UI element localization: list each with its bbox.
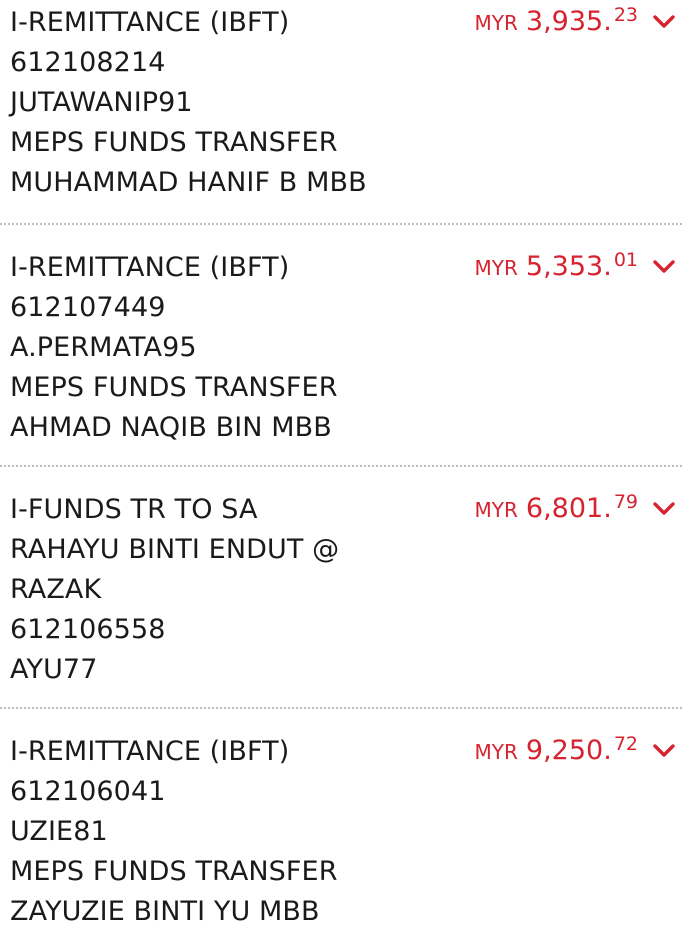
chevron-down-icon[interactable] — [652, 259, 676, 275]
transaction-amount: MYR 3,935. 23 — [474, 4, 676, 37]
chevron-down-icon[interactable] — [652, 743, 676, 759]
transaction-detail-line: MEPS FUNDS TRANSFER — [10, 372, 338, 403]
transaction-detail-line: UZIE81 — [10, 816, 108, 847]
transaction-detail-line: RAZAK — [10, 574, 102, 605]
transaction-item[interactable]: I-REMITTANCE (IBFT) 612107449 A.PERMATA9… — [0, 225, 682, 467]
transaction-detail-line: A.PERMATA95 — [10, 332, 197, 363]
transaction-detail-line: 612107449 — [10, 292, 166, 323]
currency-label: MYR — [474, 740, 518, 764]
transaction-item[interactable]: I-FUNDS TR TO SA RAHAYU BINTI ENDUT @ RA… — [0, 467, 682, 709]
amount-integer: 6,801. — [525, 493, 612, 524]
transaction-detail-line: 612106041 — [10, 776, 166, 807]
transaction-detail-line: AHMAD NAQIB BIN MBB — [10, 412, 332, 443]
amount-decimal: 72 — [613, 733, 638, 755]
amount-decimal: 01 — [613, 249, 638, 271]
amount-decimal: 79 — [613, 491, 638, 513]
currency-label: MYR — [474, 11, 518, 35]
amount-integer: 9,250. — [525, 735, 612, 766]
transaction-amount: MYR 5,353. 01 — [474, 249, 676, 282]
chevron-down-icon[interactable] — [652, 501, 676, 517]
transaction-detail-line: ZAYUZIE BINTI YU MBB — [10, 896, 320, 927]
chevron-down-icon[interactable] — [652, 14, 676, 30]
currency-label: MYR — [474, 498, 518, 522]
amount-integer: 3,935. — [525, 6, 612, 37]
amount-decimal: 23 — [613, 4, 638, 26]
transaction-detail-line: JUTAWANIP91 — [10, 87, 193, 118]
transaction-detail-line: RAHAYU BINTI ENDUT @ — [10, 534, 340, 565]
transaction-detail-line: MEPS FUNDS TRANSFER — [10, 127, 338, 158]
transaction-detail-line: AYU77 — [10, 654, 98, 685]
transaction-detail-line: MUHAMMAD HANIF B MBB — [10, 167, 367, 198]
amount-integer: 5,353. — [525, 251, 612, 282]
transaction-item[interactable]: I-REMITTANCE (IBFT) 612108214 JUTAWANIP9… — [0, 0, 682, 225]
transaction-amount: MYR 6,801. 79 — [474, 491, 676, 524]
transaction-list: I-REMITTANCE (IBFT) 612108214 JUTAWANIP9… — [0, 0, 682, 944]
currency-label: MYR — [474, 256, 518, 280]
transaction-item[interactable]: I-REMITTANCE (IBFT) 612106041 UZIE81 MEP… — [0, 709, 682, 944]
transaction-detail-line: 612106558 — [10, 614, 166, 645]
transaction-amount: MYR 9,250. 72 — [474, 733, 676, 766]
transaction-detail-line: MEPS FUNDS TRANSFER — [10, 856, 338, 887]
transaction-detail-line: 612108214 — [10, 47, 166, 78]
